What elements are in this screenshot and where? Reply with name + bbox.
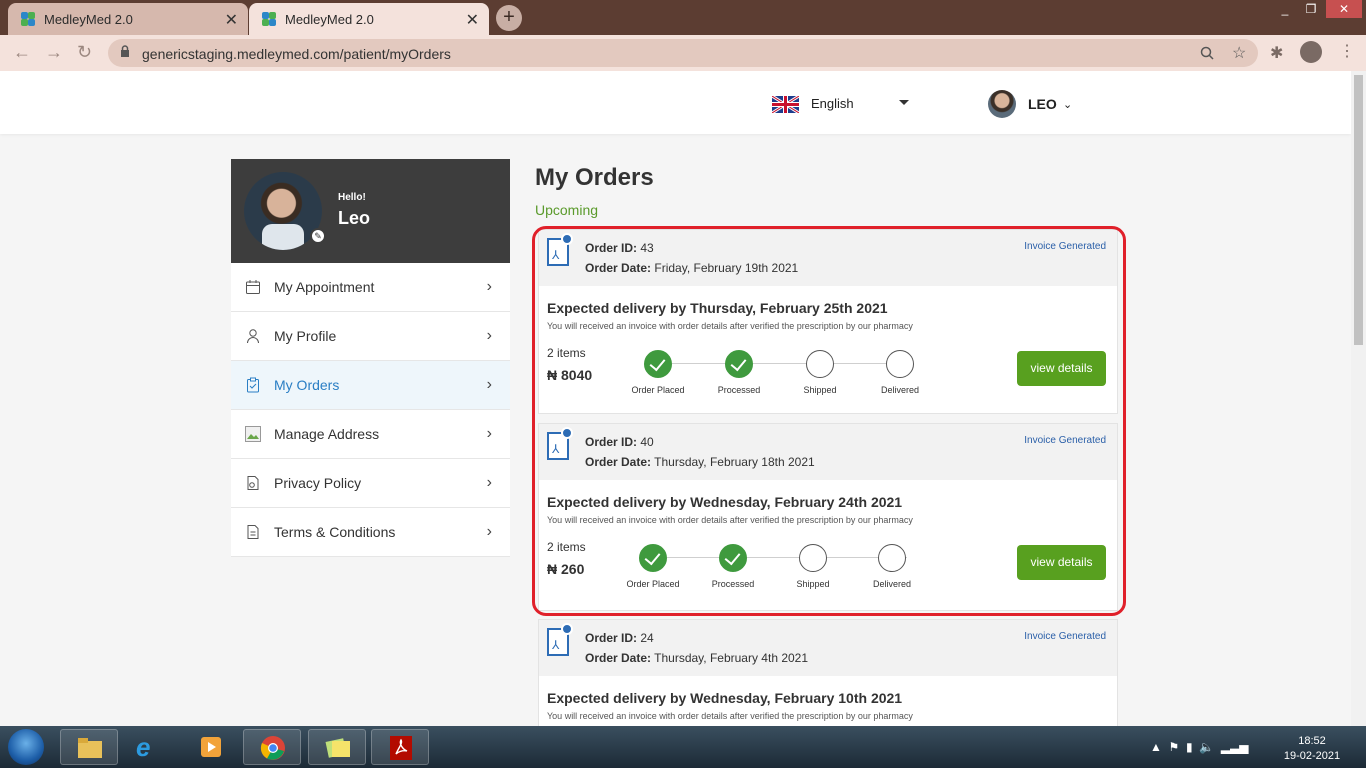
invoice-status[interactable]: Invoice Generated	[1024, 631, 1106, 642]
system-tray[interactable]: ▲ ⚑ ▮ 🔈 ▂▃▅	[1150, 740, 1249, 754]
document-icon	[247, 525, 259, 539]
os-taskbar: e ▲ ⚑ ▮ 🔈 ▂▃▅ 18:52 19-02-2021	[0, 726, 1366, 768]
address-bar[interactable]: genericstaging.medleymed.com/patient/myO…	[108, 39, 1258, 67]
chevron-right-icon: ›	[486, 376, 492, 393]
taskbar-acrobat[interactable]	[371, 729, 429, 765]
taskbar-sticky-notes[interactable]	[308, 729, 366, 765]
restore-button[interactable]: ❐	[1298, 0, 1324, 18]
site-header: English LEO ⌄	[0, 71, 1351, 134]
back-arrow-icon[interactable]: ←	[13, 42, 31, 63]
highlight-annotation	[532, 226, 1126, 616]
image-placeholder-icon	[245, 426, 261, 442]
user-icon	[247, 329, 259, 344]
extensions-icon[interactable]: ✱	[1270, 43, 1283, 63]
new-tab-button[interactable]: +	[496, 5, 522, 31]
medleymed-favicon-icon	[20, 11, 36, 27]
page-viewport: English LEO ⌄ ✎ Hello! Leo My Appointmen…	[0, 71, 1351, 726]
sidebar-item-my-profile[interactable]: My Profile ›	[231, 312, 510, 361]
chevron-down-icon[interactable]: ⌄	[1063, 98, 1072, 111]
pdf-invoice-icon[interactable]: ⅄	[547, 623, 573, 656]
order-date: Order Date: Thursday, February 4th 2021	[585, 651, 809, 665]
url-text: genericstaging.medleymed.com/patient/myO…	[142, 46, 451, 62]
greeting: Hello!	[338, 192, 366, 203]
sidebar-item-label: My Appointment	[274, 279, 375, 295]
menu-kebab-icon[interactable]: ⋮	[1339, 41, 1355, 61]
sidebar-item-label: My Orders	[274, 377, 340, 393]
language-select[interactable]: English	[811, 96, 854, 111]
page-scrollbar[interactable]	[1351, 71, 1366, 726]
scrollbar-thumb[interactable]	[1354, 75, 1363, 345]
order-id: Order ID: 24	[585, 631, 654, 645]
taskbar-explorer[interactable]	[60, 729, 118, 765]
invoice-note: You will received an invoice with order …	[547, 711, 913, 721]
caret-down-icon[interactable]	[899, 100, 909, 105]
page-title: My Orders	[535, 164, 654, 191]
sidebar-item-label: Terms & Conditions	[274, 524, 396, 540]
internet-explorer-icon: e	[136, 732, 151, 762]
uk-flag-icon	[772, 96, 799, 113]
clipboard-icon	[247, 377, 259, 393]
forward-arrow-icon[interactable]: →	[45, 42, 63, 63]
medleymed-favicon-icon	[261, 11, 277, 27]
acrobat-icon	[390, 736, 412, 760]
browser-tab-1[interactable]: MedleyMed 2.0 ✕	[8, 3, 248, 35]
bookmark-star-icon[interactable]: ☆	[1232, 43, 1246, 63]
tab-close-icon[interactable]: ✕	[466, 10, 479, 30]
edit-pencil-icon[interactable]: ✎	[310, 228, 326, 244]
profile-card: ✎ Hello! Leo	[231, 159, 510, 263]
tab-title: MedleyMed 2.0	[44, 11, 133, 27]
section-upcoming: Upcoming	[535, 202, 599, 218]
sidebar-menu: My Appointment › My Profile › My Orders …	[231, 263, 510, 557]
calendar-icon	[246, 280, 260, 294]
browser-toolbar: ← → ↻ genericstaging.medleymed.com/patie…	[0, 35, 1366, 71]
sidebar-item-label: Manage Address	[274, 426, 380, 442]
taskbar-ie[interactable]: e	[121, 729, 179, 765]
sidebar-item-label: My Profile	[274, 328, 337, 344]
media-player-icon	[201, 737, 221, 757]
taskbar-media-player[interactable]	[182, 729, 240, 765]
chevron-right-icon: ›	[486, 523, 492, 540]
sidebar-item-my-appointment[interactable]: My Appointment ›	[231, 263, 510, 312]
chevron-right-icon: ›	[486, 327, 492, 344]
tab-title: MedleyMed 2.0	[285, 11, 374, 27]
reload-icon[interactable]: ↻	[77, 42, 92, 63]
chevron-right-icon: ›	[486, 474, 492, 491]
taskbar-chrome[interactable]	[243, 729, 301, 765]
lock-icon	[121, 45, 129, 57]
order-header: ⅄ Order ID: 24 Order Date: Thursday, Feb…	[539, 620, 1117, 676]
sidebar-item-manage-address[interactable]: Manage Address ›	[231, 410, 510, 459]
minimize-button[interactable]: _	[1272, 0, 1298, 18]
chevron-right-icon: ›	[486, 425, 492, 442]
clock-date: 19-02-2021	[1283, 750, 1341, 762]
order-card: ⅄ Order ID: 24 Order Date: Thursday, Feb…	[538, 619, 1118, 726]
profile-name: Leo	[338, 208, 371, 228]
user-name[interactable]: LEO	[1028, 96, 1057, 112]
sidebar-item-my-orders[interactable]: My Orders ›	[231, 361, 510, 410]
expected-delivery: Expected delivery by Wednesday, February…	[547, 690, 903, 706]
sticky-notes-icon	[325, 738, 350, 758]
windows-start-icon[interactable]	[8, 729, 44, 765]
privacy-icon	[247, 476, 259, 490]
clock-time: 18:52	[1298, 735, 1326, 747]
folder-icon	[78, 738, 102, 758]
chevron-right-icon: ›	[486, 278, 492, 295]
browser-tab-bar: MedleyMed 2.0 ✕ MedleyMed 2.0 ✕ + _ ❐ ✕	[0, 0, 1366, 35]
tab-close-icon[interactable]: ✕	[225, 10, 238, 30]
system-clock[interactable]: 18:52 19-02-2021	[1282, 734, 1342, 764]
profile-icon[interactable]	[1300, 41, 1322, 63]
sidebar-item-terms-conditions[interactable]: Terms & Conditions ›	[231, 508, 510, 557]
chrome-icon	[260, 736, 285, 760]
close-window-button[interactable]: ✕	[1326, 0, 1362, 18]
sidebar-item-privacy-policy[interactable]: Privacy Policy ›	[231, 459, 510, 508]
sidebar-item-label: Privacy Policy	[274, 475, 362, 491]
browser-tab-2[interactable]: MedleyMed 2.0 ✕	[249, 3, 489, 35]
zoom-icon[interactable]	[1200, 46, 1214, 60]
avatar[interactable]	[988, 90, 1016, 118]
